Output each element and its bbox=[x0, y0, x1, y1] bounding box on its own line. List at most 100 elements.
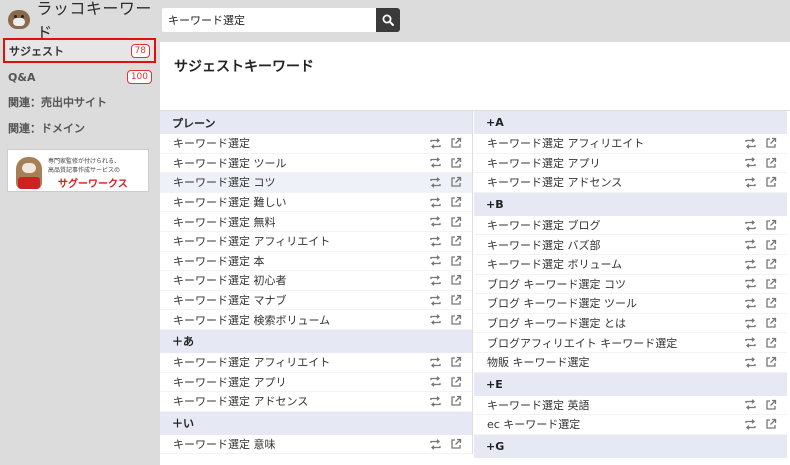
retweet-icon[interactable] bbox=[429, 157, 442, 169]
keyword-text[interactable]: キーワード選定 アプリ bbox=[487, 155, 601, 171]
external-link-icon[interactable] bbox=[765, 399, 777, 411]
external-link-icon[interactable] bbox=[450, 196, 462, 208]
external-link-icon[interactable] bbox=[765, 137, 777, 149]
keyword-row[interactable]: キーワード選定 ブログ bbox=[474, 216, 787, 236]
retweet-icon[interactable] bbox=[744, 157, 757, 169]
keyword-text[interactable]: ブログアフィリエイト キーワード選定 bbox=[487, 335, 677, 351]
keyword-row[interactable]: キーワード選定 初心者 bbox=[160, 271, 472, 291]
keyword-text[interactable]: ブログ キーワード選定 とは bbox=[487, 315, 626, 331]
retweet-icon[interactable] bbox=[744, 138, 757, 149]
retweet-icon[interactable] bbox=[429, 294, 442, 306]
keyword-row[interactable]: キーワード選定 アドセンス bbox=[474, 173, 787, 193]
retweet-icon[interactable] bbox=[744, 357, 757, 368]
keyword-text[interactable]: キーワード選定 バズ部 bbox=[487, 237, 601, 253]
keyword-text[interactable]: ブログ キーワード選定 コツ bbox=[487, 276, 626, 292]
keyword-text[interactable]: キーワード選定 意味 bbox=[173, 436, 276, 452]
retweet-icon[interactable] bbox=[429, 196, 442, 208]
retweet-icon[interactable] bbox=[429, 357, 442, 368]
retweet-icon[interactable] bbox=[429, 314, 442, 325]
retweet-icon[interactable] bbox=[429, 177, 442, 188]
retweet-icon[interactable] bbox=[429, 275, 442, 286]
external-link-icon[interactable] bbox=[765, 317, 777, 329]
keyword-row[interactable]: ブログ キーワード選定 ツール bbox=[474, 294, 787, 314]
external-link-icon[interactable] bbox=[765, 418, 777, 430]
retweet-icon[interactable] bbox=[744, 259, 757, 270]
keyword-row[interactable]: ブログアフィリエイト キーワード選定 bbox=[474, 333, 787, 353]
external-link-icon[interactable] bbox=[450, 356, 462, 368]
keyword-row[interactable]: キーワード選定 ボリューム bbox=[474, 255, 787, 275]
keyword-row[interactable]: 物販 キーワード選定 bbox=[474, 353, 787, 373]
keyword-row[interactable]: キーワード選定 バズ部 bbox=[474, 235, 787, 255]
keyword-row[interactable]: キーワード選定 本 bbox=[160, 252, 472, 272]
external-link-icon[interactable] bbox=[765, 356, 777, 368]
external-link-icon[interactable] bbox=[450, 376, 462, 388]
keyword-text[interactable]: 物販 キーワード選定 bbox=[487, 354, 590, 370]
retweet-icon[interactable] bbox=[744, 337, 757, 348]
retweet-icon[interactable] bbox=[429, 216, 442, 227]
keyword-row[interactable]: キーワード選定 無料 bbox=[160, 212, 472, 232]
keyword-text[interactable]: キーワード選定 アフィリエイト bbox=[173, 354, 330, 370]
external-link-icon[interactable] bbox=[765, 297, 777, 309]
sidebar-item-qa[interactable]: Q&A 100 bbox=[0, 65, 160, 89]
external-link-icon[interactable] bbox=[765, 157, 777, 169]
keyword-row[interactable]: キーワード選定 英語 bbox=[474, 396, 787, 416]
external-link-icon[interactable] bbox=[450, 294, 462, 306]
keyword-row[interactable]: キーワード選定 アフィリエイト bbox=[160, 353, 472, 373]
external-link-icon[interactable] bbox=[450, 235, 462, 247]
keyword-text[interactable]: キーワード選定 アプリ bbox=[173, 374, 287, 390]
retweet-icon[interactable] bbox=[744, 239, 757, 250]
external-link-icon[interactable] bbox=[765, 219, 777, 231]
logo[interactable]: ラッコキーワード bbox=[6, 0, 160, 42]
retweet-icon[interactable] bbox=[429, 376, 442, 388]
external-link-icon[interactable] bbox=[450, 314, 462, 326]
retweet-icon[interactable] bbox=[429, 438, 442, 450]
keyword-text[interactable]: キーワード選定 マナブ bbox=[173, 292, 287, 308]
external-link-icon[interactable] bbox=[450, 137, 462, 149]
sidebar-item-related-sites[interactable]: 関連：売出中サイト bbox=[0, 90, 160, 114]
keyword-row[interactable]: キーワード選定 マナブ bbox=[160, 291, 472, 311]
keyword-row[interactable]: キーワード選定 アフィリエイト bbox=[160, 232, 472, 252]
keyword-row[interactable]: キーワード選定 意味 bbox=[160, 435, 472, 455]
external-link-icon[interactable] bbox=[450, 255, 462, 267]
sidebar-item-suggest[interactable]: サジェスト 78 bbox=[3, 38, 156, 63]
external-link-icon[interactable] bbox=[450, 157, 462, 169]
external-link-icon[interactable] bbox=[450, 395, 462, 407]
search-input[interactable] bbox=[162, 8, 376, 32]
keyword-text[interactable]: キーワード選定 初心者 bbox=[173, 272, 287, 288]
retweet-icon[interactable] bbox=[429, 396, 442, 407]
keyword-text[interactable]: キーワード選定 コツ bbox=[173, 174, 276, 190]
keyword-row[interactable]: キーワード選定 アドセンス bbox=[160, 392, 472, 412]
keyword-row[interactable]: キーワード選定 アプリ bbox=[474, 154, 787, 174]
search-button[interactable] bbox=[376, 8, 400, 32]
external-link-icon[interactable] bbox=[450, 176, 462, 188]
keyword-text[interactable]: キーワード選定 ブログ bbox=[487, 217, 601, 233]
keyword-row[interactable]: ブログ キーワード選定 とは bbox=[474, 314, 787, 334]
external-link-icon[interactable] bbox=[765, 258, 777, 270]
retweet-icon[interactable] bbox=[744, 317, 757, 329]
keyword-row[interactable]: キーワード選定 コツ bbox=[160, 173, 472, 193]
keyword-text[interactable]: キーワード選定 アドセンス bbox=[487, 174, 622, 190]
external-link-icon[interactable] bbox=[450, 274, 462, 286]
retweet-icon[interactable] bbox=[744, 399, 757, 411]
keyword-text[interactable]: キーワード選定 アフィリエイト bbox=[173, 233, 330, 249]
keyword-row[interactable]: ブログ キーワード選定 コツ bbox=[474, 275, 787, 295]
keyword-row[interactable]: キーワード選定 難しい bbox=[160, 193, 472, 213]
keyword-text[interactable]: キーワード選定 本 bbox=[173, 253, 265, 269]
keyword-row[interactable]: キーワード選定 bbox=[160, 134, 472, 154]
keyword-text[interactable]: キーワード選定 無料 bbox=[173, 214, 276, 230]
retweet-icon[interactable] bbox=[429, 255, 442, 267]
keyword-text[interactable]: キーワード選定 難しい bbox=[173, 194, 287, 210]
keyword-text[interactable]: ブログ キーワード選定 ツール bbox=[487, 295, 637, 311]
retweet-icon[interactable] bbox=[744, 278, 757, 290]
keyword-text[interactable]: ec キーワード選定 bbox=[487, 416, 580, 432]
retweet-icon[interactable] bbox=[744, 177, 757, 188]
keyword-text[interactable]: キーワード選定 アドセンス bbox=[173, 393, 308, 409]
external-link-icon[interactable] bbox=[765, 278, 777, 290]
ad-banner[interactable]: 専門家監修が付けられる、 高品質記事作成サービスの サグーワークス bbox=[7, 149, 149, 192]
keyword-row[interactable]: キーワード選定 ツール bbox=[160, 154, 472, 174]
keyword-row[interactable]: キーワード選定 アプリ bbox=[160, 373, 472, 393]
keyword-text[interactable]: キーワード選定 検索ボリューム bbox=[173, 312, 330, 328]
external-link-icon[interactable] bbox=[765, 176, 777, 188]
sidebar-item-related-domains[interactable]: 関連：ドメイン bbox=[0, 116, 160, 140]
keyword-text[interactable]: キーワード選定 ボリューム bbox=[487, 256, 622, 272]
